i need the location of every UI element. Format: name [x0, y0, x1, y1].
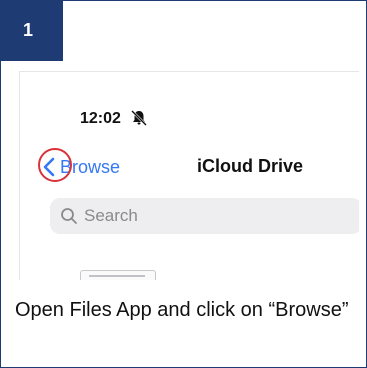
search-input[interactable]: Search — [50, 198, 359, 234]
tutorial-step-card: 1 12:02 Browse iCloud Drive Search Open … — [0, 0, 367, 368]
search-placeholder: Search — [84, 206, 138, 225]
status-time: 12:02 — [80, 110, 121, 127]
highlight-circle — [38, 148, 72, 182]
file-thumbnail-line — [89, 275, 145, 277]
file-thumbnail[interactable] — [80, 270, 156, 280]
phone-screenshot: 12:02 Browse iCloud Drive Search — [19, 71, 359, 280]
bell-slash-icon — [130, 109, 148, 127]
step-number-badge: 1 — [1, 1, 63, 61]
search-icon — [60, 207, 78, 225]
instruction-text: Open Files App and click on “Browse” — [15, 299, 349, 321]
nav-title: iCloud Drive — [197, 156, 304, 176]
